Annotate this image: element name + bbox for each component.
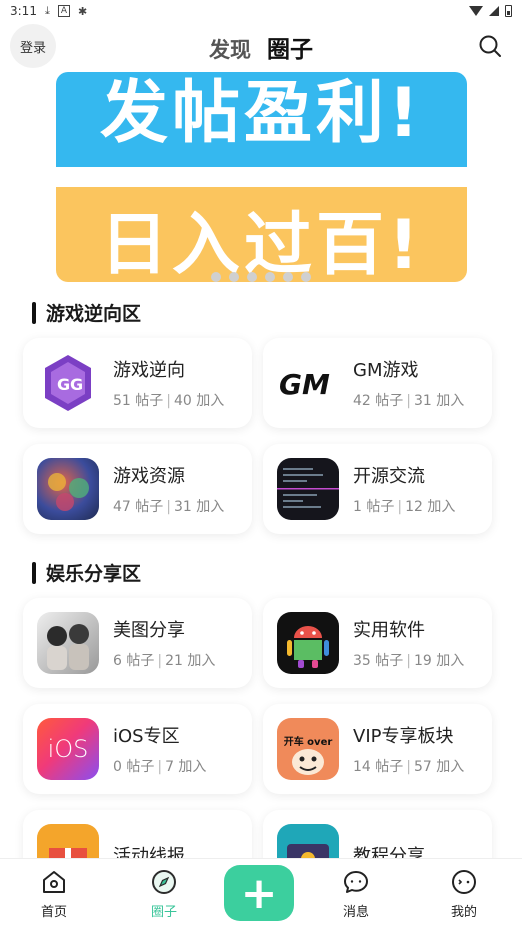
card-name: 游戏资源 <box>113 466 185 487</box>
ios-label: iOS <box>47 735 89 763</box>
join-count: 12 加入 <box>405 499 456 515</box>
nav-label: 消息 <box>342 905 369 920</box>
wifi-icon <box>469 6 483 16</box>
page-dot[interactable] <box>301 272 311 282</box>
join-count: 7 加入 <box>165 759 207 775</box>
post-count: 0 帖子 <box>113 759 155 775</box>
circle-card[interactable]: 开源交流 1 帖子 | 12 加入 <box>263 444 492 534</box>
join-count: 21 加入 <box>165 653 216 669</box>
page-dot[interactable] <box>265 272 275 282</box>
page-dot[interactable] <box>211 272 221 282</box>
circle-card[interactable]: iOS iOS专区 0 帖子 | 7 加入 <box>23 704 252 794</box>
chat-icon <box>344 871 368 893</box>
section-title-game-reverse: 游戏逆向区 <box>32 299 141 326</box>
banner-headline-1: 发帖盈利! <box>99 74 423 153</box>
circle-card[interactable]: 实用软件 35 帖子 | 19 加入 <box>263 598 492 688</box>
section-title-text: 娱乐分享区 <box>46 563 142 585</box>
post-count: 42 帖子 <box>353 393 404 409</box>
page-dot[interactable] <box>283 272 293 282</box>
section-title-text: 游戏逆向区 <box>46 303 142 325</box>
terminal-icon <box>277 458 339 520</box>
svg-text:G: G <box>57 375 70 394</box>
post-count: 51 帖子 <box>113 393 164 409</box>
post-count: 14 帖子 <box>353 759 404 775</box>
a-icon: A <box>57 5 70 17</box>
tab-discover[interactable]: 发现 <box>209 34 251 64</box>
banner-pagination <box>0 272 522 282</box>
card-name: 美图分享 <box>113 620 185 641</box>
tab-circles[interactable]: 圈子 <box>267 30 313 64</box>
nav-messages[interactable]: 消息 <box>316 869 396 920</box>
profile-icon <box>452 870 476 894</box>
photo-icon <box>37 612 99 674</box>
ios-icon: iOS <box>37 718 99 780</box>
compass-icon <box>152 870 176 894</box>
join-count: 31 加入 <box>173 499 225 515</box>
card-name: 开源交流 <box>353 466 425 487</box>
svg-text:GM: GM <box>279 368 330 401</box>
post-count: 1 帖子 <box>353 499 395 515</box>
nav-label: 圈子 <box>150 905 177 920</box>
promo-banner[interactable]: 发帖盈利! 日入过百! <box>56 72 467 282</box>
nav-profile[interactable]: 我的 <box>424 869 504 920</box>
gm-logo-icon: GM <box>277 352 339 414</box>
card-name: 实用软件 <box>353 620 425 641</box>
circle-card[interactable]: GM GM游戏 42 帖子 | 31 加入 <box>263 338 492 428</box>
card-name: GM游戏 <box>353 360 419 381</box>
bottom-nav: 首页 圈子 + 消息 我的 <box>0 858 522 928</box>
download-icon: ⤓ <box>44 4 50 17</box>
nav-home[interactable]: 首页 <box>14 869 94 920</box>
android-icon <box>277 612 339 674</box>
bug-icon: ✱ <box>78 4 88 18</box>
nav-label: 首页 <box>40 905 67 920</box>
search-icon[interactable] <box>478 34 502 58</box>
post-count: 6 帖子 <box>113 653 155 669</box>
gg-icon: G G <box>37 352 99 414</box>
post-count: 47 帖子 <box>113 499 164 515</box>
card-name: VIP专享板块 <box>353 726 454 747</box>
game-art-icon <box>37 458 99 520</box>
join-count: 40 加入 <box>173 393 225 409</box>
join-count: 31 加入 <box>413 393 465 409</box>
circle-card[interactable]: 美图分享 6 帖子 | 21 加入 <box>23 598 252 688</box>
svg-text:G: G <box>70 375 83 394</box>
status-time: 3:11 <box>10 4 37 18</box>
page-dot[interactable] <box>229 272 239 282</box>
join-count: 19 加入 <box>413 653 465 669</box>
signal-icon <box>489 6 499 16</box>
header-tabs: 发现 圈子 <box>0 30 522 64</box>
meme-icon: 开车 over <box>277 718 339 780</box>
top-header: 登录 发现 圈子 <box>0 24 522 68</box>
join-count: 57 加入 <box>413 759 465 775</box>
section-title-entertainment: 娱乐分享区 <box>32 559 141 586</box>
post-count: 35 帖子 <box>353 653 404 669</box>
circle-card[interactable]: 游戏资源 47 帖子 | 31 加入 <box>23 444 252 534</box>
nav-circles[interactable]: 圈子 <box>124 869 204 920</box>
card-name: 游戏逆向 <box>113 360 185 381</box>
status-bar: 3:11 ⤓ A ✱ <box>0 0 522 22</box>
create-post-button[interactable]: + <box>224 865 294 921</box>
home-icon <box>43 871 65 893</box>
circle-card[interactable]: G G 游戏逆向 51 帖子 | 40 加入 <box>23 338 252 428</box>
battery-icon <box>505 5 512 17</box>
card-name: iOS专区 <box>113 726 180 747</box>
banner-headline-2: 日入过百! <box>99 206 423 282</box>
page-dot[interactable] <box>247 272 257 282</box>
circle-card[interactable]: 开车 over VIP专享板块 14 帖子 | 57 加入 <box>263 704 492 794</box>
nav-label: 我的 <box>450 905 477 920</box>
